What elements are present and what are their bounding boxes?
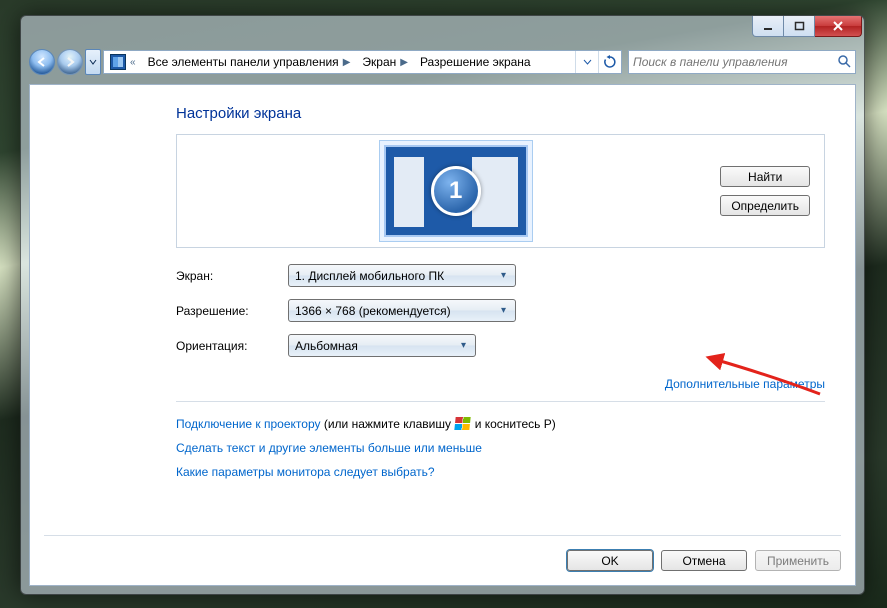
nav-back-button[interactable] xyxy=(29,49,55,75)
resolution-value: 1366 × 768 (рекомендуется) xyxy=(295,304,451,318)
chevron-down-icon: ▾ xyxy=(496,303,511,318)
chevron-right-icon: ▶ xyxy=(343,57,351,68)
address-history-dropdown[interactable] xyxy=(575,51,598,73)
orientation-value: Альбомная xyxy=(295,339,358,353)
breadcrumb-label: Экран xyxy=(362,55,396,69)
address-bar[interactable]: « Все элементы панели управления ▶ Экран… xyxy=(103,50,622,74)
titlebar xyxy=(21,16,864,46)
refresh-button[interactable] xyxy=(598,51,621,73)
arrow-right-icon xyxy=(58,50,82,74)
minimize-icon xyxy=(763,21,774,32)
help-links: Подключение к проектору (или нажмите кла… xyxy=(176,412,825,484)
identify-button[interactable]: Определить xyxy=(720,195,810,216)
projector-hint-1: (или нажмите клавишу xyxy=(324,417,451,431)
chevron-right-icon: ▶ xyxy=(400,57,408,68)
chevron-down-icon: ▾ xyxy=(456,338,471,353)
display-combo[interactable]: 1. Дисплей мобильного ПК ▾ xyxy=(288,264,516,287)
apply-button[interactable]: Применить xyxy=(755,550,841,571)
navbar: « Все элементы панели управления ▶ Экран… xyxy=(29,46,856,78)
footer: OK Отмена Применить xyxy=(44,535,841,571)
resolution-combo[interactable]: 1366 × 768 (рекомендуется) ▾ xyxy=(288,299,516,322)
search-input[interactable] xyxy=(629,51,829,73)
breadcrumb-label: Разрешение экрана xyxy=(420,55,531,69)
nav-forward-button[interactable] xyxy=(57,49,83,75)
ok-button[interactable]: OK xyxy=(567,550,653,571)
search-icon[interactable] xyxy=(833,54,855,71)
projector-link[interactable]: Подключение к проектору xyxy=(176,417,321,431)
caption-buttons xyxy=(752,16,862,37)
breadcrumb-item-display[interactable]: Экран ▶ xyxy=(356,51,414,73)
orientation-combo[interactable]: Альбомная ▾ xyxy=(288,334,476,357)
display-value: 1. Дисплей мобильного ПК xyxy=(295,269,444,283)
window-frame: « Все элементы панели управления ▶ Экран… xyxy=(20,15,865,595)
text-size-link[interactable]: Сделать текст и другие элементы больше и… xyxy=(176,441,482,455)
control-panel-icon xyxy=(110,54,126,70)
advanced-settings-link[interactable]: Дополнительные параметры xyxy=(665,377,825,391)
breadcrumb-item-resolution[interactable]: Разрешение экрана xyxy=(414,51,537,73)
cancel-button[interactable]: Отмена xyxy=(661,550,747,571)
display-preview: 1 Найти Определить xyxy=(176,134,825,248)
close-icon xyxy=(832,20,844,32)
detect-button[interactable]: Найти xyxy=(720,166,810,187)
settings-grid: Экран: 1. Дисплей мобильного ПК ▾ Разреш… xyxy=(176,264,825,357)
close-button[interactable] xyxy=(815,16,862,37)
address-root[interactable]: « xyxy=(104,51,142,73)
maximize-icon xyxy=(794,21,805,32)
minimize-button[interactable] xyxy=(752,16,784,37)
client-area: Настройки экрана 1 Найти Определить Экра… xyxy=(29,84,856,586)
monitor-thumbnail[interactable]: 1 xyxy=(384,145,528,237)
nav-history-button[interactable] xyxy=(85,49,101,75)
page-title: Настройки экрана xyxy=(176,105,825,122)
chevron-down-icon xyxy=(583,58,592,67)
which-monitor-link[interactable]: Какие параметры монитора следует выбрать… xyxy=(176,465,435,479)
search-box xyxy=(628,50,856,74)
arrow-left-icon xyxy=(30,50,54,74)
resolution-label: Разрешение: xyxy=(176,304,288,318)
breadcrumb-item-all[interactable]: Все элементы панели управления ▶ xyxy=(142,51,357,73)
windows-key-icon xyxy=(455,417,471,430)
display-label: Экран: xyxy=(176,269,288,283)
content: Настройки экрана 1 Найти Определить Экра… xyxy=(176,105,825,567)
projector-hint-2: и коснитесь P) xyxy=(475,417,556,431)
chevron-down-icon xyxy=(89,58,97,66)
orientation-label: Ориентация: xyxy=(176,339,288,353)
chevron-down-icon: ▾ xyxy=(496,268,511,283)
breadcrumb-label: Все элементы панели управления xyxy=(148,55,339,69)
refresh-icon xyxy=(603,55,617,69)
chevron-right-icon: « xyxy=(130,57,136,68)
maximize-button[interactable] xyxy=(784,16,815,37)
monitor-id-badge: 1 xyxy=(431,166,481,216)
